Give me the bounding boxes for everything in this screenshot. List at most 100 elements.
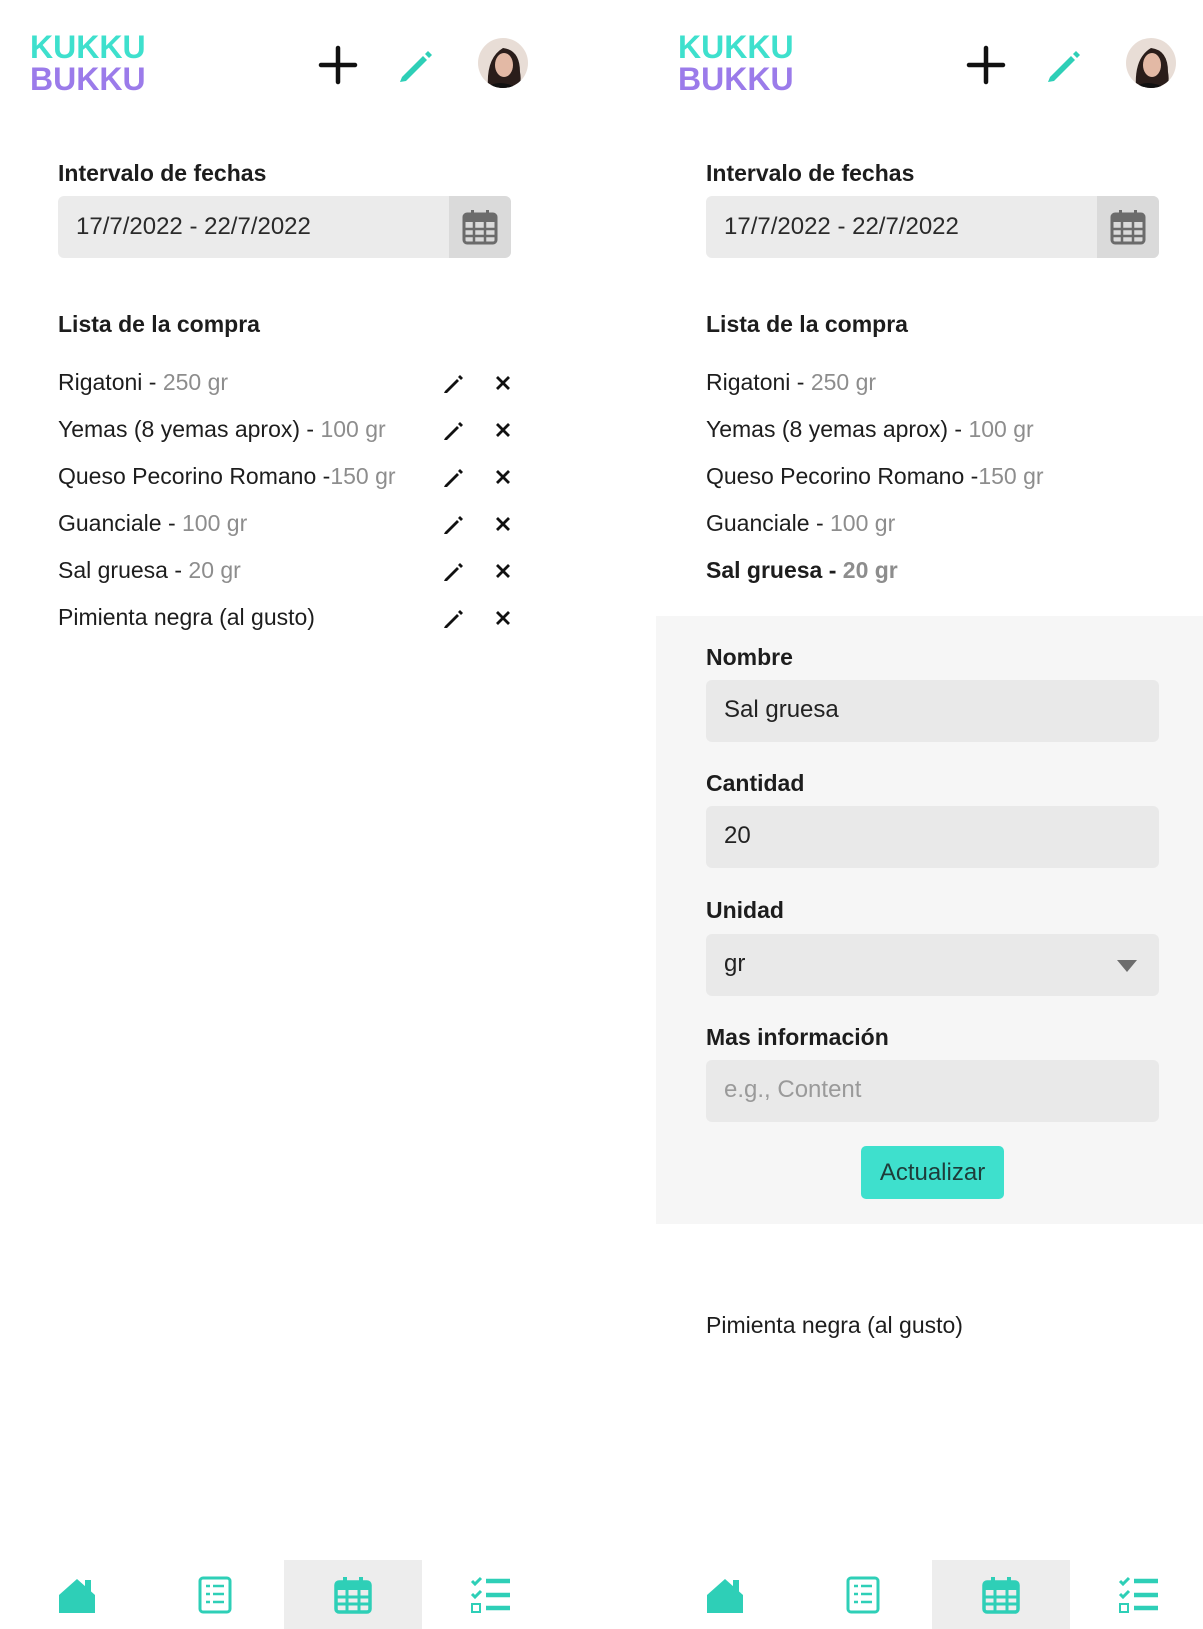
kukku-bukku-logo[interactable]: KUKKU BUKKU: [30, 29, 148, 97]
nav-calendar[interactable]: [284, 1560, 422, 1629]
home-icon: [707, 1578, 743, 1613]
list-item: Rigatoni - 250 gr: [58, 363, 518, 403]
quantity-field[interactable]: 20: [706, 806, 1159, 868]
item-name: Guanciale -: [706, 510, 831, 536]
item-name: Queso Pecorino Romano -: [58, 463, 331, 489]
nav-checklist[interactable]: [1070, 1560, 1203, 1629]
calendar-icon: [334, 1576, 372, 1614]
edit-item-button[interactable]: [440, 558, 466, 584]
nav-recipes[interactable]: [794, 1560, 932, 1629]
svg-text:KUKKU: KUKKU: [30, 30, 146, 65]
date-range-value: 17/7/2022 - 22/7/2022: [724, 213, 959, 240]
pencil-icon: [444, 422, 463, 440]
bottom-nav: [8, 1560, 560, 1629]
more-info-field[interactable]: e.g., Content: [706, 1060, 1159, 1122]
pencil-icon: [444, 610, 463, 628]
svg-text:BUKKU: BUKKU: [678, 61, 794, 94]
edit-item-button[interactable]: [440, 511, 466, 537]
date-range-field[interactable]: 17/7/2022 - 22/7/2022: [706, 196, 1159, 258]
avatar[interactable]: [478, 38, 528, 88]
avatar[interactable]: [1126, 38, 1176, 88]
pencil-icon[interactable]: [1038, 40, 1088, 90]
recipes-list-icon: [846, 1576, 880, 1613]
item-qty: 20 gr: [842, 557, 898, 583]
shopping-list-title: Lista de la compra: [58, 311, 260, 337]
calendar-icon: [1110, 210, 1146, 245]
delete-item-button[interactable]: [490, 464, 516, 490]
kukku-bukku-logo[interactable]: KUKKU BUKKU: [678, 29, 796, 97]
edit-item-button[interactable]: [440, 417, 466, 443]
recipes-list-icon: [198, 1576, 232, 1613]
close-icon: [496, 564, 510, 578]
item-name: Pimienta negra (al gusto): [58, 604, 315, 630]
delete-item-button[interactable]: [490, 605, 516, 631]
item-qty: 100 gr: [968, 416, 1034, 442]
unit-selected-value: gr: [724, 950, 746, 977]
list-item[interactable]: Pimienta negra (al gusto): [706, 1312, 963, 1339]
home-icon: [59, 1578, 95, 1613]
item-qty: 100 gr: [830, 510, 896, 536]
chevron-down-icon: [1117, 960, 1137, 972]
unit-select[interactable]: gr: [706, 934, 1159, 996]
pencil-icon: [444, 375, 463, 393]
edit-item-button[interactable]: [440, 605, 466, 631]
calendar-picker-button[interactable]: [1097, 196, 1159, 258]
delete-item-button[interactable]: [490, 558, 516, 584]
pencil-icon: [444, 516, 463, 534]
name-label: Nombre: [706, 644, 793, 670]
list-item[interactable]: Guanciale - 100 gr: [706, 504, 1166, 544]
calendar-picker-button[interactable]: [449, 196, 511, 258]
nav-recipes[interactable]: [146, 1560, 284, 1629]
nav-home[interactable]: [656, 1560, 794, 1629]
list-item: Guanciale - 100 gr: [58, 504, 518, 544]
item-name: Sal gruesa -: [58, 557, 189, 583]
name-field[interactable]: Sal gruesa: [706, 680, 1159, 742]
list-item: Yemas (8 yemas aprox) - 100 gr: [58, 410, 518, 450]
list-item[interactable]: Rigatoni - 250 gr: [706, 363, 1166, 403]
date-range-label: Intervalo de fechas: [58, 160, 267, 186]
edit-item-button[interactable]: [440, 464, 466, 490]
delete-item-button[interactable]: [490, 511, 516, 537]
item-qty: 150 gr: [330, 463, 396, 489]
nav-calendar[interactable]: [932, 1560, 1070, 1629]
close-icon: [496, 423, 510, 437]
item-qty: 150 gr: [978, 463, 1044, 489]
close-icon: [496, 517, 510, 531]
more-info-label: Mas información: [706, 1024, 889, 1050]
edit-item-button[interactable]: [440, 370, 466, 396]
unit-label: Unidad: [706, 897, 784, 923]
date-range-label: Intervalo de fechas: [706, 160, 915, 186]
nav-home[interactable]: [8, 1560, 146, 1629]
item-name: Queso Pecorino Romano -: [706, 463, 979, 489]
item-name: Sal gruesa -: [706, 557, 843, 583]
edit-item-form: Nombre Sal gruesa Cantidad 20 Unidad gr …: [656, 616, 1203, 1224]
item-qty: 100 gr: [182, 510, 248, 536]
delete-item-button[interactable]: [490, 370, 516, 396]
list-item[interactable]: Yemas (8 yemas aprox) - 100 gr: [706, 410, 1166, 450]
item-name: Rigatoni -: [58, 369, 163, 395]
svg-text:BUKKU: BUKKU: [30, 61, 146, 94]
item-name: Guanciale -: [58, 510, 183, 536]
delete-item-button[interactable]: [490, 417, 516, 443]
item-name: Yemas (8 yemas aprox) -: [706, 416, 969, 442]
svg-text:KUKKU: KUKKU: [678, 30, 794, 65]
checklist-icon: [470, 1576, 510, 1613]
date-range-value: 17/7/2022 - 22/7/2022: [76, 213, 311, 240]
pencil-icon: [444, 563, 463, 581]
screen-shopping-list: KUKKU BUKKU Intervalo de fechas 17/7/202…: [8, 0, 560, 1629]
close-icon: [496, 376, 510, 390]
checklist-icon: [1118, 1576, 1158, 1613]
nav-checklist[interactable]: [422, 1560, 560, 1629]
item-qty: 250 gr: [810, 369, 877, 395]
update-button[interactable]: Actualizar: [861, 1146, 1004, 1199]
screen-edit-item: KUKKU BUKKU Intervalo de fechas 17/7/202…: [656, 0, 1203, 1629]
date-range-field[interactable]: 17/7/2022 - 22/7/2022: [58, 196, 511, 258]
calendar-icon: [462, 210, 498, 245]
close-icon: [496, 470, 510, 484]
pencil-icon[interactable]: [390, 40, 440, 90]
plus-icon[interactable]: [961, 40, 1011, 90]
list-item-selected[interactable]: Sal gruesa - 20 gr: [706, 551, 1166, 591]
list-item: Queso Pecorino Romano -150 gr: [58, 457, 518, 497]
plus-icon[interactable]: [313, 40, 363, 90]
list-item[interactable]: Queso Pecorino Romano -150 gr: [706, 457, 1166, 497]
